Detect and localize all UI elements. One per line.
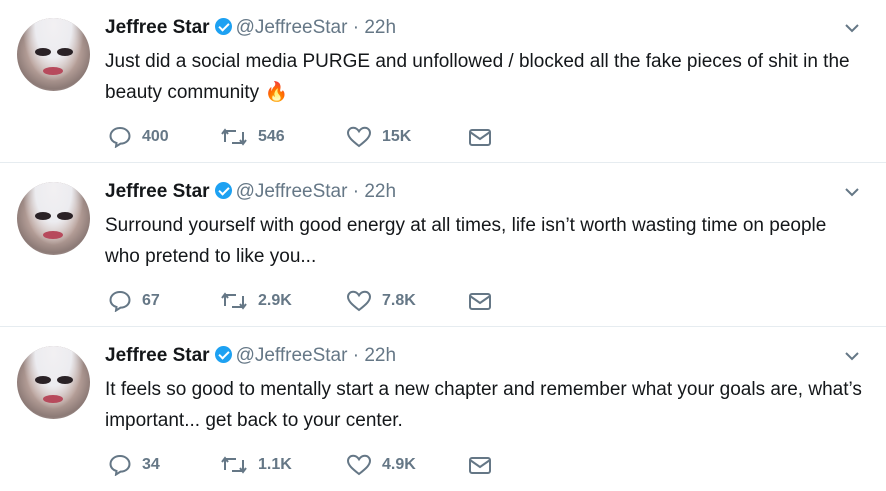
- reply-button[interactable]: 400: [108, 125, 169, 149]
- retweet-count: 546: [258, 128, 285, 145]
- reply-button[interactable]: 34: [108, 453, 160, 477]
- direct-message-button[interactable]: [468, 289, 492, 313]
- envelope-icon: [469, 457, 491, 474]
- reply-icon: [109, 126, 131, 148]
- retweet-icon: [221, 128, 247, 146]
- author-name[interactable]: Jeffree Star: [105, 181, 210, 202]
- tweet-header: Jeffree Star @JeffreeStar · 22h: [105, 16, 396, 40]
- reply-button[interactable]: 67: [108, 289, 160, 313]
- like-button[interactable]: 4.9K: [346, 453, 416, 477]
- retweet-count: 1.1K: [258, 456, 292, 473]
- tweet-text: Surround yourself with good energy at al…: [105, 210, 865, 272]
- like-button[interactable]: 15K: [346, 125, 411, 149]
- direct-message-button[interactable]: [468, 125, 492, 149]
- author-handle[interactable]: @JeffreeStar: [236, 345, 348, 366]
- verified-badge-icon: [214, 18, 232, 35]
- heart-icon: [346, 126, 372, 148]
- avatar[interactable]: [17, 182, 90, 255]
- timestamp[interactable]: 22h: [364, 17, 396, 38]
- tweet-feed: Jeffree Star @JeffreeStar · 22h Just did …: [0, 0, 886, 491]
- fire-emoji: 🔥: [264, 82, 289, 103]
- avatar[interactable]: [17, 346, 90, 419]
- retweet-count: 2.9K: [258, 292, 292, 309]
- author-name[interactable]: Jeffree Star: [105, 17, 210, 38]
- author-handle[interactable]: @JeffreeStar: [236, 17, 348, 38]
- author-handle[interactable]: @JeffreeStar: [236, 181, 348, 202]
- reply-icon: [109, 454, 131, 476]
- reply-count: 34: [142, 456, 160, 473]
- avatar[interactable]: [17, 18, 90, 91]
- tweet[interactable]: Jeffree Star @JeffreeStar · 22h Just did …: [0, 0, 886, 163]
- envelope-icon: [469, 129, 491, 146]
- like-count: 7.8K: [382, 292, 416, 309]
- separator: ·: [352, 345, 360, 366]
- timestamp[interactable]: 22h: [364, 345, 396, 366]
- tweet-text-body: It feels so good to mentally start a new…: [105, 379, 862, 431]
- retweet-icon: [221, 456, 247, 474]
- direct-message-button[interactable]: [468, 453, 492, 477]
- reply-icon: [109, 290, 131, 312]
- tweet-text: It feels so good to mentally start a new…: [105, 374, 865, 436]
- retweet-button[interactable]: 2.9K: [220, 289, 292, 313]
- retweet-button[interactable]: 546: [220, 125, 285, 149]
- tweet-text-body: Surround yourself with good energy at al…: [105, 215, 827, 267]
- heart-icon: [346, 454, 372, 476]
- chevron-down-icon[interactable]: [844, 350, 860, 362]
- tweet[interactable]: Jeffree Star @JeffreeStar · 22h Surround …: [0, 164, 886, 327]
- tweet-header: Jeffree Star @JeffreeStar · 22h: [105, 180, 396, 204]
- retweet-icon: [221, 292, 247, 310]
- tweet-text-body: Just did a social media PURGE and unfoll…: [105, 51, 850, 103]
- tweet-header: Jeffree Star @JeffreeStar · 22h: [105, 344, 396, 368]
- timestamp[interactable]: 22h: [364, 181, 396, 202]
- verified-badge-icon: [214, 182, 232, 199]
- envelope-icon: [469, 293, 491, 310]
- chevron-down-icon[interactable]: [844, 22, 860, 34]
- verified-badge-icon: [214, 346, 232, 363]
- chevron-down-icon[interactable]: [844, 186, 860, 198]
- separator: ·: [352, 181, 360, 202]
- tweet[interactable]: Jeffree Star @JeffreeStar · 22h It feels …: [0, 328, 886, 491]
- like-button[interactable]: 7.8K: [346, 289, 416, 313]
- tweet-text: Just did a social media PURGE and unfoll…: [105, 46, 865, 108]
- reply-count: 67: [142, 292, 160, 309]
- like-count: 15K: [382, 128, 412, 145]
- like-count: 4.9K: [382, 456, 416, 473]
- author-name[interactable]: Jeffree Star: [105, 345, 210, 366]
- separator: ·: [352, 17, 360, 38]
- reply-count: 400: [142, 128, 169, 145]
- heart-icon: [346, 290, 372, 312]
- retweet-button[interactable]: 1.1K: [220, 453, 292, 477]
